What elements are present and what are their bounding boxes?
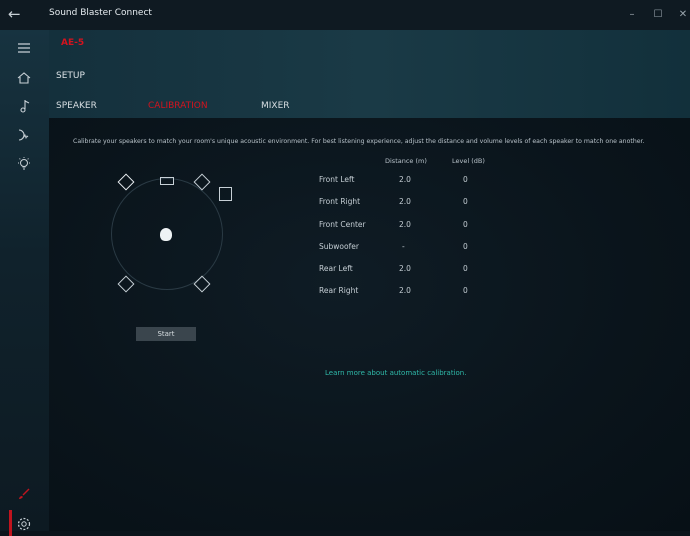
row-label-rear-right: Rear Right — [319, 286, 359, 295]
settings-gear-icon[interactable] — [16, 516, 32, 532]
distance-front-right[interactable]: 2.0 — [399, 197, 411, 206]
section-title: SETUP — [56, 71, 85, 81]
headphone-wave-icon[interactable] — [16, 127, 32, 143]
distance-front-center[interactable]: 2.0 — [399, 220, 411, 229]
level-front-left[interactable]: 0 — [463, 175, 468, 184]
speaker-front-center[interactable] — [160, 177, 174, 185]
column-header-level: Level (dB) — [452, 157, 485, 165]
hamburger-icon[interactable] — [16, 40, 32, 56]
listener-head-icon — [160, 228, 172, 241]
row-label-front-right: Front Right — [319, 197, 361, 206]
level-rear-right[interactable]: 0 — [463, 286, 468, 295]
level-front-right[interactable]: 0 — [463, 197, 468, 206]
distance-rear-right[interactable]: 2.0 — [399, 286, 411, 295]
back-arrow-icon[interactable]: ← — [8, 4, 26, 24]
lightbulb-icon[interactable] — [16, 156, 32, 172]
level-subwoofer[interactable]: 0 — [463, 242, 468, 251]
column-header-distance: Distance (m) — [385, 157, 427, 165]
title-bar: ← Sound Blaster Connect – ☐ ✕ — [0, 0, 690, 30]
active-indicator — [9, 510, 12, 536]
tab-mixer[interactable]: MIXER — [261, 101, 290, 111]
maximize-icon[interactable]: ☐ — [651, 8, 665, 22]
close-icon[interactable]: ✕ — [676, 8, 690, 22]
tab-calibration[interactable]: CALIBRATION — [148, 101, 208, 111]
row-label-subwoofer: Subwoofer — [319, 242, 359, 251]
calibration-description: Calibrate your speakers to match your ro… — [73, 138, 645, 145]
speaker-subwoofer[interactable] — [219, 187, 232, 201]
app-title: Sound Blaster Connect — [49, 8, 152, 18]
distance-rear-left[interactable]: 2.0 — [399, 264, 411, 273]
device-model[interactable]: AE-5 — [61, 38, 84, 48]
row-label-front-left: Front Left — [319, 175, 355, 184]
row-label-front-center: Front Center — [319, 220, 366, 229]
learn-more-link[interactable]: Learn more about automatic calibration. — [325, 369, 466, 377]
home-icon[interactable] — [16, 70, 32, 86]
distance-subwoofer: - — [402, 242, 405, 251]
paint-brush-icon[interactable] — [16, 486, 32, 502]
level-rear-left[interactable]: 0 — [463, 264, 468, 273]
row-label-rear-left: Rear Left — [319, 264, 353, 273]
header-banner — [49, 30, 690, 118]
distance-front-left[interactable]: 2.0 — [399, 175, 411, 184]
start-button[interactable]: Start — [136, 327, 196, 341]
tab-speaker[interactable]: SPEAKER — [56, 101, 97, 111]
level-front-center[interactable]: 0 — [463, 220, 468, 229]
minimize-icon[interactable]: – — [625, 8, 639, 22]
main-panel — [49, 118, 690, 531]
sidebar — [0, 30, 49, 536]
music-note-icon[interactable] — [16, 98, 32, 114]
